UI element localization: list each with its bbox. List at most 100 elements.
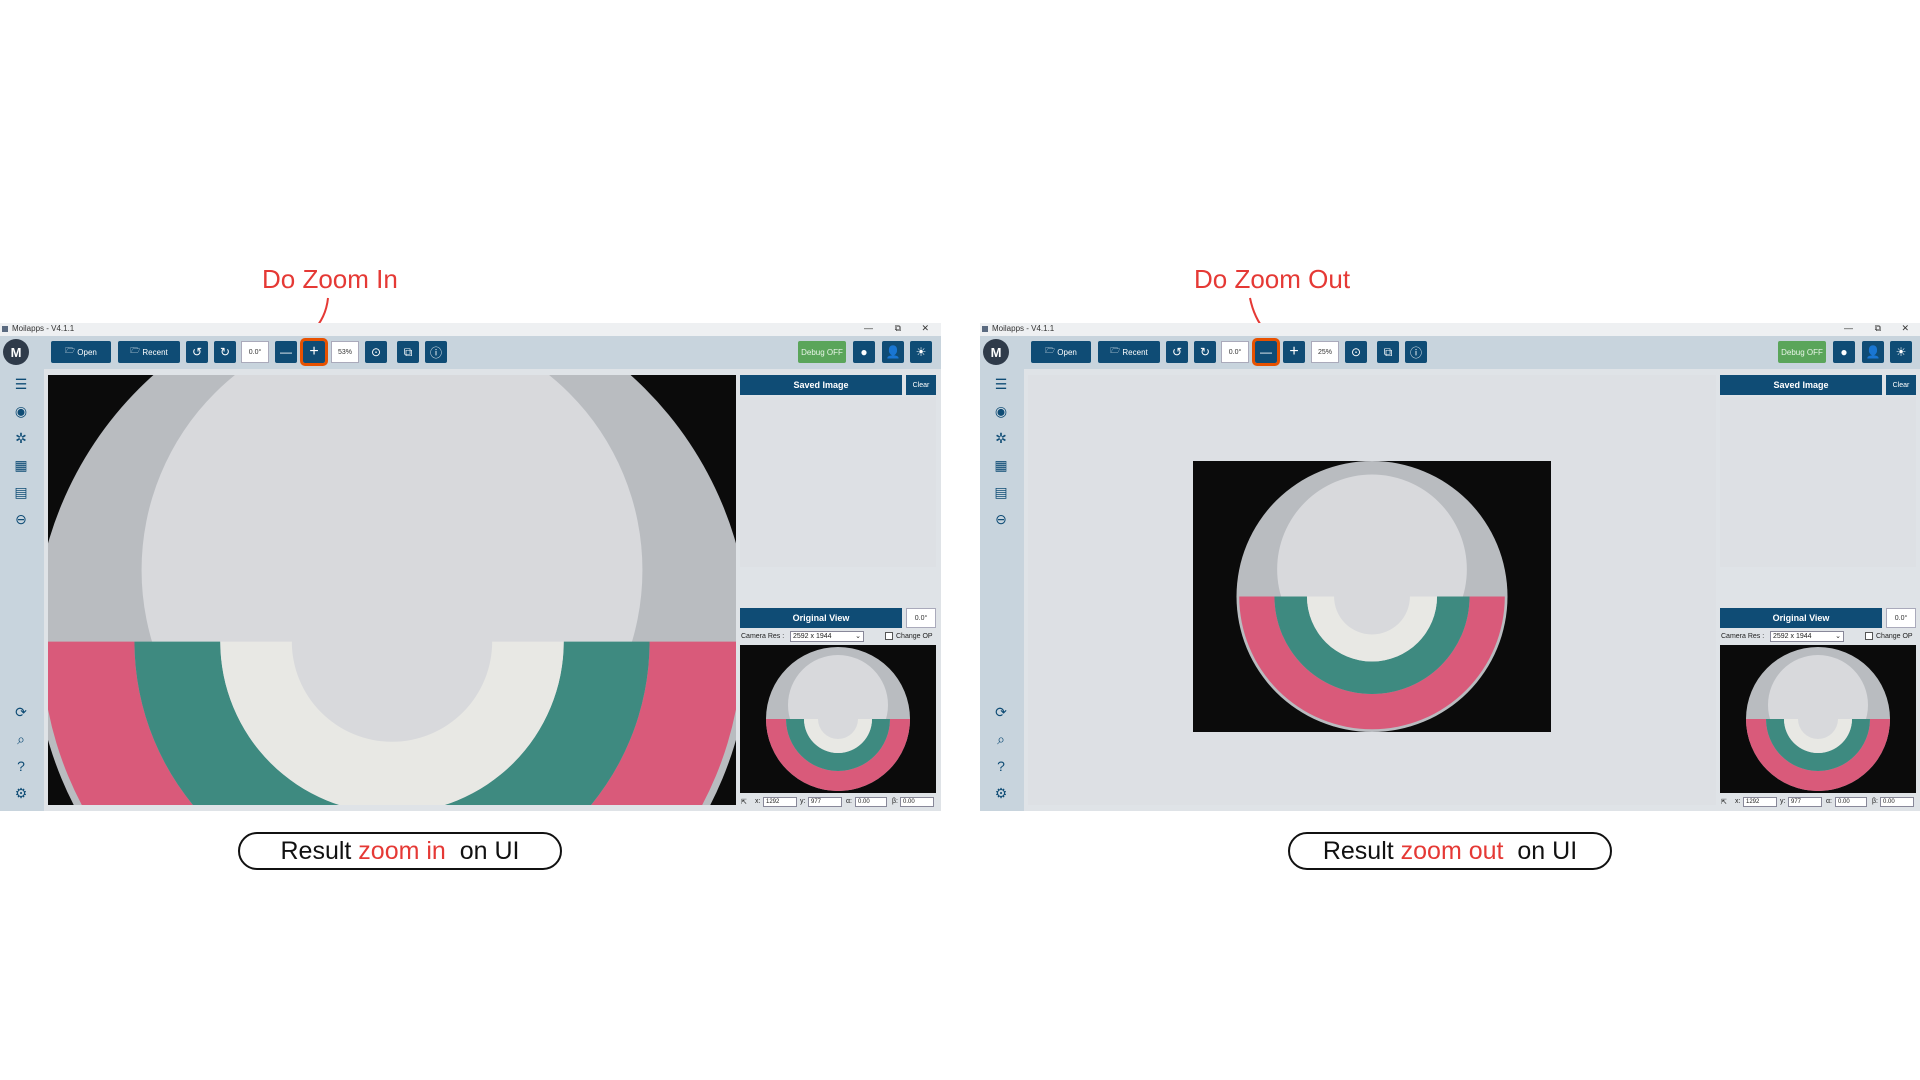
camera-icon[interactable]: ◉ bbox=[992, 402, 1010, 420]
theme-button[interactable]: ☀ bbox=[910, 341, 932, 363]
minimize-button[interactable]: — bbox=[1844, 323, 1853, 333]
restore-button[interactable]: ⧉ bbox=[895, 323, 901, 334]
sun-icon: ☀ bbox=[915, 345, 927, 359]
cube-icon: ⧉ bbox=[403, 344, 413, 359]
y-label: y: bbox=[1780, 798, 1786, 805]
recent-label: Recent bbox=[142, 347, 168, 357]
image-icon[interactable]: ▦ bbox=[992, 456, 1010, 474]
recent-button[interactable]: 🗁 Recent bbox=[1098, 341, 1160, 363]
original-view-thumbnail[interactable] bbox=[1720, 645, 1916, 793]
original-view-thumbnail[interactable] bbox=[740, 645, 936, 793]
rotation-value[interactable]: 0.0° bbox=[1221, 341, 1249, 363]
folder-icon: 🗁 bbox=[1110, 346, 1123, 355]
plus-icon: + bbox=[309, 343, 319, 360]
open-button[interactable]: 🗁 Open bbox=[1031, 341, 1091, 363]
original-view-header: Original View bbox=[740, 608, 902, 628]
window-title: Moilapps - V4.1.1 bbox=[12, 324, 75, 333]
camera-res-value: 2592 x 1944 bbox=[1773, 633, 1812, 640]
result-label-zoom-out: Result zoom out on UI bbox=[1288, 832, 1612, 870]
y-field[interactable]: 977 bbox=[1788, 797, 1822, 807]
beta-label: β: bbox=[1872, 798, 1878, 805]
zoom-value[interactable]: 25% bbox=[1311, 341, 1339, 363]
recent-button[interactable]: 🗁 Recent bbox=[118, 341, 180, 363]
rotate-left-button[interactable]: ↺ bbox=[1166, 341, 1188, 363]
zoom-in-button[interactable]: + bbox=[1283, 341, 1305, 363]
chevron-down-icon: ⌄ bbox=[1835, 633, 1841, 640]
restore-button[interactable]: ⧉ bbox=[1875, 323, 1881, 334]
camera-icon[interactable]: ◉ bbox=[12, 402, 30, 420]
panorama-icon[interactable]: ✲ bbox=[12, 429, 30, 447]
rotate-right-button[interactable]: ↻ bbox=[1194, 341, 1216, 363]
settings-icon[interactable]: ⚙ bbox=[12, 784, 30, 802]
beta-field[interactable]: 0.00 bbox=[900, 797, 934, 807]
zoom-in-button[interactable]: + bbox=[300, 338, 328, 366]
clear-button[interactable]: Clear bbox=[906, 375, 936, 395]
user-button[interactable]: 👤 bbox=[882, 341, 904, 363]
alpha-field[interactable]: 0.00 bbox=[855, 797, 887, 807]
moilapp-window-1: Moilapps - V4.1.1 — ⧉ ✕ M 🗁 Open 🗁 Recen… bbox=[0, 323, 941, 811]
saved-image-header: Saved Image bbox=[740, 375, 902, 395]
fisheye-image bbox=[1193, 461, 1551, 732]
refresh-icon[interactable]: ⟳ bbox=[12, 703, 30, 721]
zoom-out-button[interactable]: — bbox=[275, 341, 297, 363]
original-view-angle[interactable]: 0.0° bbox=[906, 608, 936, 628]
camera-res-label: Camera Res : bbox=[741, 633, 785, 640]
change-op-checkbox[interactable] bbox=[1865, 632, 1873, 640]
rotate-left-icon: ↺ bbox=[1171, 345, 1183, 359]
reset-view-button[interactable]: ⊙ bbox=[365, 341, 387, 363]
settings-icon[interactable]: ⚙ bbox=[992, 784, 1010, 802]
alpha-field[interactable]: 0.00 bbox=[1835, 797, 1867, 807]
close-button[interactable]: ✕ bbox=[1901, 323, 1909, 334]
record-button[interactable]: ● bbox=[1833, 341, 1855, 363]
user-button[interactable]: 👤 bbox=[1862, 341, 1884, 363]
panorama-icon[interactable]: ✲ bbox=[992, 429, 1010, 447]
remove-icon[interactable]: ⊖ bbox=[12, 510, 30, 528]
record-button[interactable]: ● bbox=[853, 341, 875, 363]
change-op-checkbox[interactable] bbox=[885, 632, 893, 640]
info-icon: ⓘ bbox=[429, 345, 442, 360]
folder-icon: 🗁 bbox=[1045, 346, 1058, 355]
sidebar: ☰ ◉ ✲ ▦ ▤ ⊖ ⟳ ⌕ ? ⚙ bbox=[0, 369, 44, 811]
menu-icon[interactable]: ☰ bbox=[12, 375, 30, 393]
rotate-left-button[interactable]: ↺ bbox=[186, 341, 208, 363]
zoom-out-button[interactable]: — bbox=[1252, 338, 1280, 366]
x-field[interactable]: 1292 bbox=[1743, 797, 1777, 807]
search-doc-icon[interactable]: ⌕ bbox=[12, 730, 30, 748]
clear-button[interactable]: Clear bbox=[1886, 375, 1916, 395]
help-icon[interactable]: ? bbox=[12, 757, 30, 775]
document-icon[interactable]: ▤ bbox=[992, 483, 1010, 501]
debug-toggle[interactable]: Debug OFF bbox=[1778, 341, 1826, 363]
minimize-button[interactable]: — bbox=[864, 323, 873, 333]
image-icon[interactable]: ▦ bbox=[12, 456, 30, 474]
debug-toggle[interactable]: Debug OFF bbox=[798, 341, 846, 363]
rotate-right-button[interactable]: ↻ bbox=[214, 341, 236, 363]
info-button[interactable]: ⓘ bbox=[425, 341, 447, 363]
x-field[interactable]: 1292 bbox=[763, 797, 797, 807]
theme-button[interactable]: ☀ bbox=[1890, 341, 1912, 363]
cube-button[interactable]: ⧉ bbox=[1377, 341, 1399, 363]
refresh-icon[interactable]: ⟳ bbox=[992, 703, 1010, 721]
beta-field[interactable]: 0.00 bbox=[1880, 797, 1914, 807]
main-image-canvas[interactable] bbox=[48, 375, 736, 805]
rotation-value[interactable]: 0.0° bbox=[241, 341, 269, 363]
y-field[interactable]: 977 bbox=[808, 797, 842, 807]
search-doc-icon[interactable]: ⌕ bbox=[992, 730, 1010, 748]
saved-image-area bbox=[740, 397, 936, 567]
original-view-angle[interactable]: 0.0° bbox=[1886, 608, 1916, 628]
remove-icon[interactable]: ⊖ bbox=[992, 510, 1010, 528]
app-small-icon bbox=[982, 326, 988, 332]
cube-button[interactable]: ⧉ bbox=[397, 341, 419, 363]
menu-icon[interactable]: ☰ bbox=[992, 375, 1010, 393]
info-button[interactable]: ⓘ bbox=[1405, 341, 1427, 363]
zoom-value[interactable]: 53% bbox=[331, 341, 359, 363]
close-button[interactable]: ✕ bbox=[921, 323, 929, 334]
camera-res-select[interactable]: 2592 x 1944 ⌄ bbox=[790, 631, 864, 642]
reset-view-button[interactable]: ⊙ bbox=[1345, 341, 1367, 363]
help-icon[interactable]: ? bbox=[992, 757, 1010, 775]
open-button[interactable]: 🗁 Open bbox=[51, 341, 111, 363]
alpha-label: α: bbox=[1826, 798, 1832, 805]
document-icon[interactable]: ▤ bbox=[12, 483, 30, 501]
moilapp-window-2: Moilapps - V4.1.1 — ⧉ ✕ M 🗁 Open 🗁 Recen… bbox=[980, 323, 1920, 811]
camera-res-select[interactable]: 2592 x 1944 ⌄ bbox=[1770, 631, 1844, 642]
main-image-canvas[interactable] bbox=[1028, 375, 1716, 805]
